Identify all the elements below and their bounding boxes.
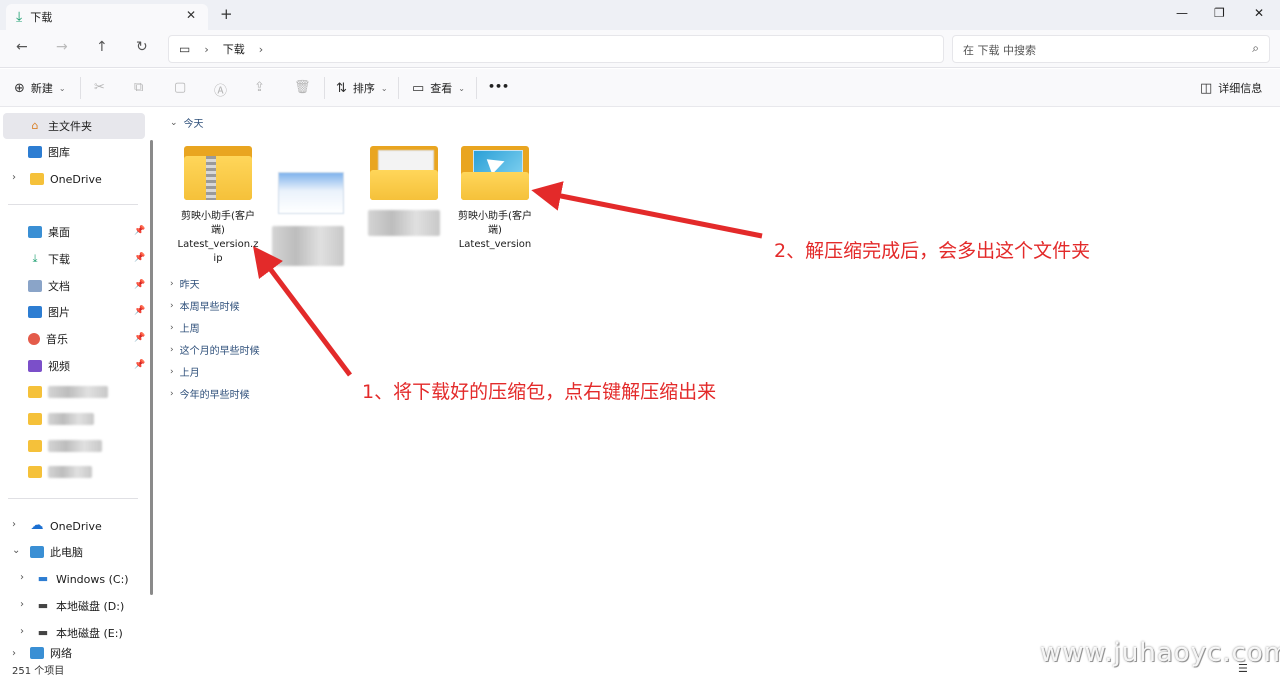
arrow-step2 <box>531 181 763 239</box>
annotation-arrows <box>252 181 763 377</box>
status-item-count: 251 个项目 <box>12 666 65 677</box>
details-view-button[interactable]: ☰ <box>1238 662 1248 675</box>
annotation-step2: 2、解压缩完成后，会多出这个文件夹 <box>774 240 1091 262</box>
annotation-step1: 1、将下载好的压缩包，点右键解压缩出来 <box>362 381 717 403</box>
arrow-step1 <box>252 246 352 377</box>
